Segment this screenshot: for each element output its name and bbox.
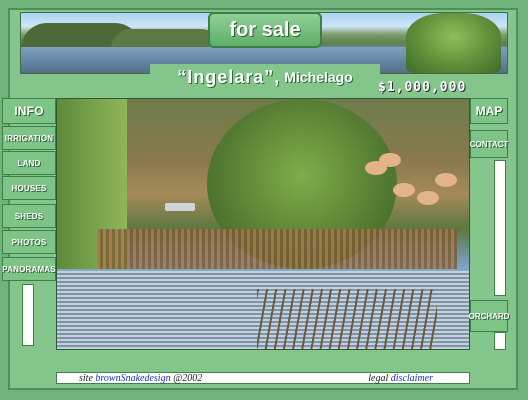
nav-map-button[interactable]: MAP [470,98,508,124]
main-photo [56,98,470,350]
footer-legal-prefix: legal [368,372,389,384]
right-scroll-strip-lower [494,332,506,350]
price-label: $1,000,000 [378,80,467,95]
disclaimer-link[interactable]: disclaimer [391,373,433,384]
property-location: Michelago [284,69,353,85]
footer-site-prefix: site [79,372,93,384]
property-name: “Ingelara”, [177,66,281,87]
nav-houses-button[interactable]: HOUSES [2,176,56,200]
designer-link[interactable]: brownSnakedesign [95,373,170,384]
nav-contact-button[interactable]: CONTACT [470,130,508,158]
nav-panoramas-button[interactable]: PANORAMAS [2,257,56,281]
left-scroll-strip [22,284,34,346]
right-scroll-strip [494,160,506,296]
property-title: “Ingelara”, Michelago [150,64,380,90]
nav-info-button[interactable]: INFO [2,98,56,124]
nav-land-button[interactable]: LAND [2,151,56,175]
footer-year: @2002 [173,372,203,384]
nav-irrigation-button[interactable]: IRRIGATION [2,126,56,150]
for-sale-heading: for sale [208,12,322,48]
nav-sheds-button[interactable]: SHEDS [2,204,56,228]
footer-site-text: site brownSnakedesign @2002 [79,373,202,384]
nav-orchard-button[interactable]: ORCHARD [469,300,509,332]
footer-bar: site brownSnakedesign @2002 legal discla… [56,372,470,384]
footer-legal-text: legal disclaimer [368,373,433,384]
nav-photos-button[interactable]: PHOTOS [2,230,56,254]
